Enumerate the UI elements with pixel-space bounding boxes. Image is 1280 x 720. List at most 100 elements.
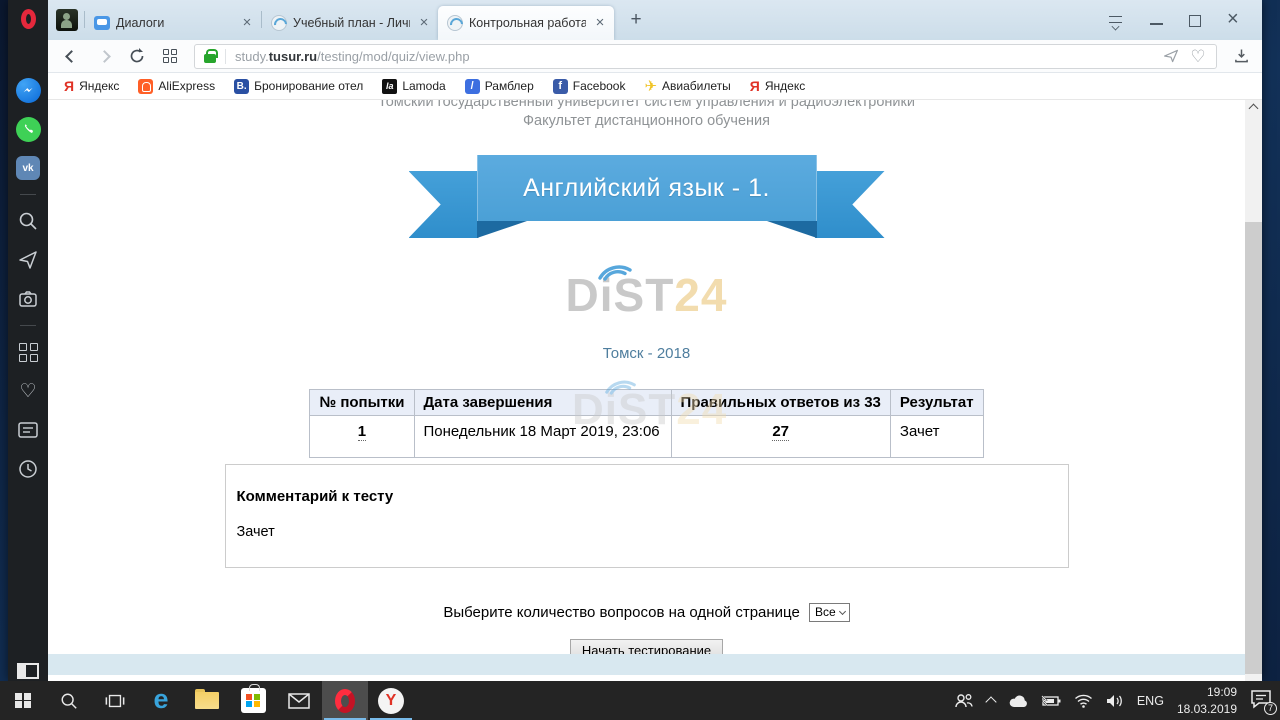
taskbar-search-button[interactable] [46, 681, 92, 720]
maximize-button[interactable] [1189, 15, 1201, 27]
forward-button[interactable] [95, 47, 113, 65]
search-icon [60, 692, 78, 710]
language-indicator[interactable]: ENG [1137, 694, 1164, 708]
messenger-icon[interactable] [15, 77, 41, 103]
bookmark-rambler[interactable]: /Рамблер [465, 79, 534, 94]
bookmark-lamoda[interactable]: laLamoda [382, 79, 445, 94]
aliexpress-icon [138, 79, 153, 94]
new-tab-button[interactable] [622, 7, 650, 33]
bookmark-label: Lamoda [402, 79, 445, 93]
dist-favicon-icon [447, 15, 463, 31]
navigation-toolbar: study.tusur.ru/testing/mod/quiz/view.php [48, 40, 1262, 73]
sidebar-toggle-icon[interactable] [17, 663, 39, 679]
people-icon[interactable] [954, 693, 974, 709]
course-banner: Английский язык - 1. [409, 154, 885, 242]
attempts-table: № попытки Дата завершения Правильных отв… [309, 389, 983, 458]
store-button[interactable] [230, 681, 276, 720]
ribbon-left-tail [409, 171, 479, 238]
url-domain: tusur.ru [269, 49, 317, 64]
system-tray: ENG 19:09 18.03.2019 7 [954, 681, 1280, 720]
reload-button[interactable] [128, 47, 146, 65]
ribbon-right-tail [815, 171, 885, 238]
ribbon-fold-right [767, 221, 817, 238]
volume-icon[interactable] [1106, 694, 1124, 708]
per-page-label: Выберите количество вопросов на одной ст… [443, 604, 800, 621]
secure-lock-icon[interactable] [204, 54, 216, 63]
personal-news-icon[interactable] [15, 417, 41, 443]
tab-menu-icon[interactable] [1108, 15, 1124, 27]
battery-icon[interactable] [1041, 695, 1061, 707]
vk-icon[interactable] [15, 155, 41, 181]
tab-bar: Диалоги Учебный план - Личный Контрольна… [48, 0, 1262, 40]
store-icon [241, 688, 266, 713]
action-center-button[interactable]: 7 [1250, 689, 1274, 713]
tab-dialogs[interactable]: Диалоги [85, 6, 261, 40]
correct-answers-link[interactable]: 27 [772, 423, 789, 441]
tab-close-icon[interactable] [239, 15, 255, 31]
bookmark-label: Яндекс [765, 79, 805, 93]
comment-body: Зачет [237, 524, 1057, 540]
scrollbar-thumb[interactable] [1245, 222, 1262, 674]
facebook-icon: f [553, 79, 568, 94]
speed-dial-icon[interactable] [15, 339, 41, 365]
downloads-icon[interactable] [1232, 47, 1250, 65]
chevron-down-icon [839, 607, 846, 614]
hidden-icons-chevron-icon[interactable] [985, 696, 996, 707]
whatsapp-icon[interactable] [15, 116, 41, 142]
close-button[interactable] [1227, 13, 1242, 28]
page-footer-band [48, 654, 1245, 675]
per-page-select[interactable]: Все [809, 603, 850, 622]
address-bar[interactable]: study.tusur.ru/testing/mod/quiz/view.php [194, 44, 1217, 69]
bookmarks-heart-icon[interactable] [15, 378, 41, 404]
mail-button[interactable] [276, 681, 322, 720]
bookmark-heart-icon[interactable] [1189, 47, 1207, 65]
wifi-arcs-icon [594, 256, 636, 280]
bookmark-label: AliExpress [158, 79, 215, 93]
start-button[interactable] [0, 681, 46, 720]
scrollbar[interactable] [1245, 100, 1262, 681]
edge-button[interactable] [138, 681, 184, 720]
tab-quiz-active[interactable]: Контрольная работа по д [438, 6, 614, 40]
clock-date[interactable]: 19:09 18.03.2019 [1177, 684, 1237, 716]
col-result: Результат [890, 390, 983, 416]
minimize-button[interactable] [1150, 23, 1163, 25]
wifi-icon[interactable] [1074, 694, 1093, 708]
notification-badge: 7 [1264, 702, 1277, 715]
booking-icon: B. [234, 79, 249, 94]
history-clock-icon[interactable] [15, 456, 41, 482]
tab-title: Контрольная работа по д [469, 16, 586, 30]
url-text[interactable]: study.tusur.ru/testing/mod/quiz/view.php [235, 49, 1153, 64]
finish-date-cell: Понедельник 18 Март 2019, 23:06 [414, 416, 671, 458]
task-view-icon [105, 692, 125, 710]
rambler-icon: / [465, 79, 480, 94]
bookmark-avia[interactable]: Авиабилеты [644, 77, 730, 95]
search-tabs-icon[interactable] [15, 208, 41, 234]
pinned-tab[interactable] [56, 9, 78, 31]
bookmark-yandex-2[interactable]: ЯЯндекс [750, 78, 805, 94]
tab-close-icon[interactable] [592, 15, 608, 31]
attempt-number-link[interactable]: 1 [358, 423, 366, 441]
university-name: Томский государственный университет сист… [48, 100, 1245, 110]
task-view-button[interactable] [92, 681, 138, 720]
bookmark-yandex[interactable]: ЯЯндекс [64, 78, 119, 94]
ribbon-center: Английский язык - 1. [477, 155, 817, 221]
onedrive-cloud-icon[interactable] [1008, 694, 1028, 708]
opera-sidebar [8, 0, 48, 681]
my-flow-icon[interactable] [15, 247, 41, 273]
scroll-up-arrow-icon[interactable] [1249, 104, 1259, 114]
speed-dial-grid-icon[interactable] [161, 47, 179, 65]
tab-study-plan[interactable]: Учебный план - Личный [262, 6, 438, 40]
tab-close-icon[interactable] [416, 15, 432, 31]
back-button[interactable] [62, 47, 80, 65]
bookmark-aliexpress[interactable]: AliExpress [138, 79, 215, 94]
city-year: Томск - 2018 [48, 345, 1245, 362]
opera-taskbar-button[interactable] [322, 681, 368, 720]
my-flow-share-icon[interactable] [1162, 47, 1180, 65]
logo-accent-text: 24 [674, 269, 727, 321]
snapshot-camera-icon[interactable] [15, 286, 41, 312]
bookmark-facebook[interactable]: fFacebook [553, 79, 626, 94]
yandex-browser-button[interactable] [368, 681, 414, 720]
file-explorer-button[interactable] [184, 681, 230, 720]
bookmark-booking[interactable]: B.Бронирование отел [234, 79, 363, 94]
result-cell: Зачет [890, 416, 983, 458]
